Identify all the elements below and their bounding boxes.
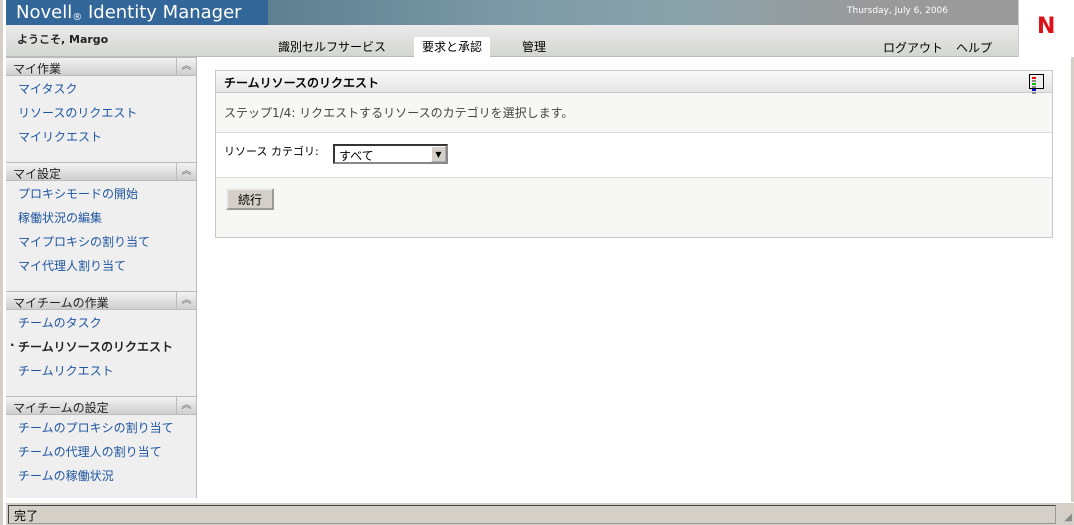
logout-link[interactable]: ログアウト	[883, 39, 943, 56]
sidebar: マイ作業 ︽ マイタスク リソースのリクエスト マイリクエスト マイ設定 ︽ プロキシモードの…	[6, 57, 197, 498]
panel-layout-icon[interactable]	[1029, 74, 1044, 94]
sidebar-item[interactable]: チームリソースのリクエスト	[6, 334, 196, 358]
section-title: マイチームの設定	[13, 401, 109, 415]
section-title: マイチームの作業	[13, 296, 109, 310]
category-label: リソース カテゴリ:	[224, 145, 319, 158]
step-instructions: ステップ1/4: リクエストするリソースのカテゴリを選択します。	[216, 93, 1052, 133]
section-title: マイ作業	[13, 62, 62, 76]
novell-logo: N	[1018, 0, 1074, 57]
sidebar-item[interactable]: チームのプロキシの割り当て	[6, 415, 196, 439]
collapse-icon[interactable]: ︽	[176, 292, 196, 309]
continue-button[interactable]: 続行	[226, 188, 274, 210]
sidebar-section-header: マイチームの作業 ︽	[6, 291, 196, 310]
tab-requests-approvals[interactable]: 要求と承認	[414, 37, 491, 57]
sidebar-item[interactable]: チームリクエスト	[6, 358, 196, 382]
app-title: Novell® Identity Manager	[6, 0, 268, 25]
status-text: 完了	[8, 505, 1056, 524]
sidebar-section-header: マイ作業 ︽	[6, 57, 196, 76]
collapse-icon[interactable]: ︽	[176, 163, 196, 180]
sidebar-item[interactable]: チームの稼働状況	[6, 463, 196, 487]
header-banner: Thursday, July 6, 2006	[268, 0, 1018, 25]
brand: Novell	[16, 2, 73, 23]
tab-identity-self-service[interactable]: 識別セルフサービス	[270, 37, 394, 57]
section-title: マイ設定	[13, 167, 62, 181]
date: Thursday, July 6, 2006	[847, 6, 948, 16]
sidebar-section-header: マイ設定 ︽	[6, 162, 196, 181]
category-value: すべて	[339, 149, 374, 163]
sidebar-item[interactable]: プロキシモードの開始	[6, 181, 196, 205]
button-area: 続行	[216, 178, 1052, 237]
resize-grip-icon[interactable]: ◢	[1064, 512, 1072, 523]
reg-mark: ®	[72, 12, 83, 23]
welcome-text: ようこそ, Margo	[17, 33, 109, 46]
panel-header: チームリソースのリクエスト	[216, 71, 1052, 94]
tab-administration[interactable]: 管理	[514, 37, 554, 57]
sidebar-item[interactable]: マイタスク	[6, 76, 196, 100]
sidebar-item[interactable]: マイプロキシの割り当て	[6, 229, 196, 253]
sidebar-section-header: マイチームの設定 ︽	[6, 396, 196, 415]
panel-title: チームリソースのリクエスト	[224, 76, 380, 90]
sidebar-item[interactable]: リソースのリクエスト	[6, 100, 196, 124]
sidebar-item[interactable]: マイリクエスト	[6, 124, 196, 148]
sidebar-item[interactable]: チームの代理人の割り当て	[6, 439, 196, 463]
category-select[interactable]: すべて ▼	[333, 144, 448, 164]
collapse-icon[interactable]: ︽	[176, 58, 196, 75]
sidebar-item[interactable]: 稼働状況の編集	[6, 205, 196, 229]
collapse-icon[interactable]: ︽	[176, 397, 196, 414]
logo-letter: N	[1037, 14, 1056, 39]
product-name: Identity Manager	[87, 2, 242, 23]
category-row: リソース カテゴリ: すべて ▼	[216, 133, 1052, 178]
nav-bar	[6, 25, 1018, 57]
sidebar-item[interactable]: チームのタスク	[6, 310, 196, 334]
sidebar-item[interactable]: マイ代理人割り当て	[6, 253, 196, 277]
help-link[interactable]: ヘルプ	[956, 39, 992, 56]
request-panel: チームリソースのリクエスト ステップ1/4: リクエストするリソースのカテゴリを…	[215, 70, 1053, 238]
dropdown-arrow-icon[interactable]: ▼	[431, 146, 446, 162]
status-bar: 完了 ◢	[6, 502, 1074, 525]
